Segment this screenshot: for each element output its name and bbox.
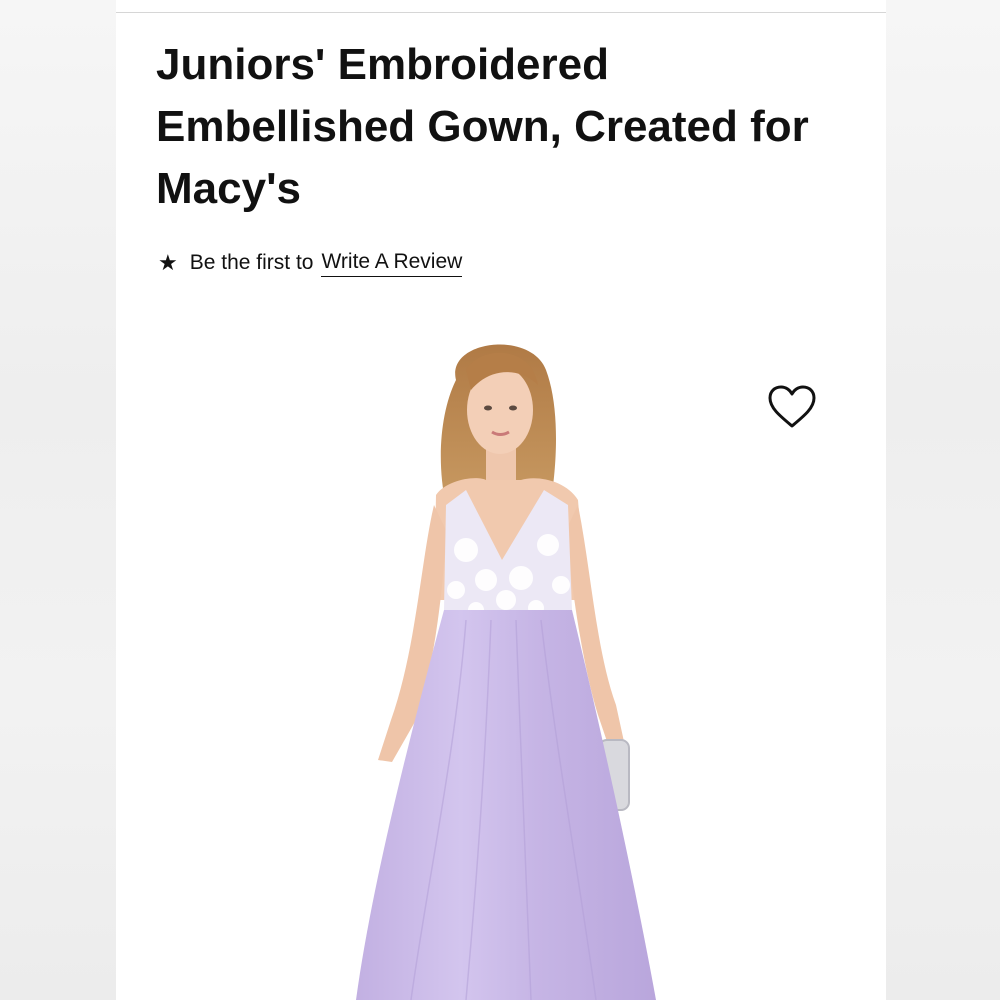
- wishlist-heart-icon[interactable]: [766, 384, 818, 432]
- background-right: [886, 0, 1000, 1000]
- background-left: [0, 0, 116, 1000]
- product-panel: Juniors' Embroidered Embellished Gown, C…: [116, 0, 886, 1000]
- write-review-link[interactable]: Write A Review: [321, 250, 463, 277]
- review-row: ★ Be the first to Write A Review: [158, 246, 463, 280]
- divider: [116, 12, 886, 13]
- review-prompt: Be the first to: [189, 251, 314, 274]
- product-title: Juniors' Embroidered Embellished Gown, C…: [156, 40, 809, 213]
- star-icon: ★: [158, 250, 178, 275]
- product-image[interactable]: [316, 330, 716, 1000]
